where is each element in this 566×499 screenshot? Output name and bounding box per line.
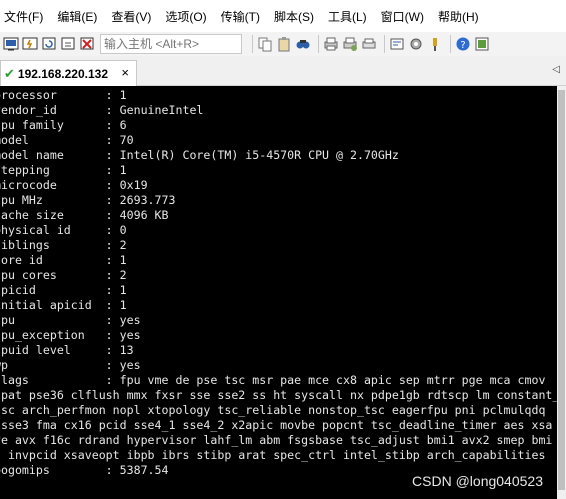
- terminal-line: 2 invpcid xsaveopt ibpb ibrs stibp arat …: [0, 448, 546, 462]
- terminal-line: flags : fpu vme de pse tsc msr pae mce c…: [0, 373, 546, 387]
- menu-bar: 文件(F) 编辑(E) 查看(V) 选项(O) 传输(T) 脚本(S) 工具(L…: [0, 0, 566, 32]
- tab-scroll-left-icon[interactable]: ◁: [552, 64, 560, 75]
- find-icon[interactable]: [295, 36, 311, 52]
- menu-window[interactable]: 窗口(W): [375, 8, 424, 25]
- terminal-line: cpu cores : 2: [0, 268, 127, 282]
- menu-file[interactable]: 文件(F): [0, 8, 43, 25]
- help-icon[interactable]: ?: [455, 36, 471, 52]
- terminal-line: cache size : 4096 KB: [0, 208, 169, 222]
- screenshot-icon[interactable]: [474, 36, 490, 52]
- print-icon[interactable]: [323, 36, 339, 52]
- paste-icon[interactable]: [276, 36, 292, 52]
- watermark: CSDN @long040523: [412, 473, 543, 489]
- toolbar-separator: [384, 35, 385, 53]
- print-setup-icon[interactable]: [342, 36, 358, 52]
- terminal-line: model : 70: [0, 133, 134, 147]
- terminal-line: ssse3 fma cx16 pcid sse4_1 sse4_2 x2apic…: [0, 418, 553, 432]
- host-input[interactable]: [100, 34, 242, 54]
- global-options-icon[interactable]: [408, 36, 424, 52]
- reconnect-icon[interactable]: [41, 36, 57, 52]
- terminal-line: core id : 1: [0, 253, 127, 267]
- settings-icon[interactable]: [389, 36, 405, 52]
- terminal-line: fpu : yes: [0, 313, 141, 327]
- terminal-line: cpuid level : 13: [0, 343, 134, 357]
- copy-icon[interactable]: [257, 36, 273, 52]
- terminal-scrollbar[interactable]: [557, 86, 566, 499]
- quick-connect-icon[interactable]: [22, 36, 38, 52]
- menu-edit[interactable]: 编辑(E): [51, 8, 97, 25]
- terminal-line: cpu family : 6: [0, 118, 127, 132]
- menu-view[interactable]: 查看(V): [105, 8, 151, 25]
- toolbar-separator: [450, 35, 451, 53]
- terminal-line: initial apicid : 1: [0, 298, 127, 312]
- terminal-line: microcode : 0x19: [0, 178, 148, 192]
- terminal-line: apicid : 1: [0, 283, 127, 297]
- terminal-area[interactable]: processor : 1 vendor_id : GenuineIntel cpu…: [0, 86, 557, 499]
- terminal-line: model name : Intel(R) Core(TM) i5-4570R …: [0, 148, 399, 162]
- session-tab[interactable]: ✔ 192.168.220.132 ×: [0, 60, 137, 86]
- menu-tools[interactable]: 工具(L): [322, 8, 367, 25]
- terminal-line: physical id : 0: [0, 223, 127, 237]
- scrollbar-thumb[interactable]: [558, 90, 565, 490]
- terminal-line: tsc arch_perfmon nopl xtopology tsc_reli…: [0, 403, 546, 417]
- terminal-line: fpu_exception : yes: [0, 328, 141, 342]
- toolbar-separator: [318, 35, 319, 53]
- toolbar: ?: [0, 32, 566, 56]
- terminal-line: wp : yes: [0, 358, 141, 372]
- svg-text:?: ?: [460, 40, 465, 51]
- terminal-line: ve avx f16c rdrand hypervisor lahf_lm ab…: [0, 433, 553, 447]
- keymap-icon[interactable]: [427, 36, 443, 52]
- menu-script[interactable]: 脚本(S): [268, 8, 314, 25]
- connected-check-icon: ✔: [4, 65, 15, 81]
- menu-transfer[interactable]: 传输(T): [215, 8, 260, 25]
- printer-icon[interactable]: [361, 36, 377, 52]
- session-tab-label: 192.168.220.132: [17, 66, 108, 81]
- menu-help[interactable]: 帮助(H): [432, 8, 479, 25]
- terminal-output: processor : 1 vendor_id : GenuineIntel cpu…: [0, 88, 557, 478]
- toolbar-separator: [252, 35, 253, 53]
- disconnect-icon[interactable]: [60, 36, 76, 52]
- session-tab-bar: ✔ 192.168.220.132 × ◁: [0, 56, 566, 86]
- tab-close-icon[interactable]: ×: [121, 65, 129, 80]
- close-session-icon[interactable]: [79, 36, 95, 52]
- terminal-line: processor : 1: [0, 88, 127, 102]
- terminal-line: stepping : 1: [0, 163, 127, 177]
- terminal-line: cpu MHz : 2693.773: [0, 193, 176, 207]
- terminal-line: siblings : 2: [0, 238, 127, 252]
- menu-options[interactable]: 选项(O): [159, 8, 206, 25]
- connect-icon[interactable]: [3, 36, 19, 52]
- terminal-line: pat pse36 clflush mmx fxsr sse sse2 ss h…: [0, 388, 557, 402]
- terminal-line: vendor_id : GenuineIntel: [0, 103, 204, 117]
